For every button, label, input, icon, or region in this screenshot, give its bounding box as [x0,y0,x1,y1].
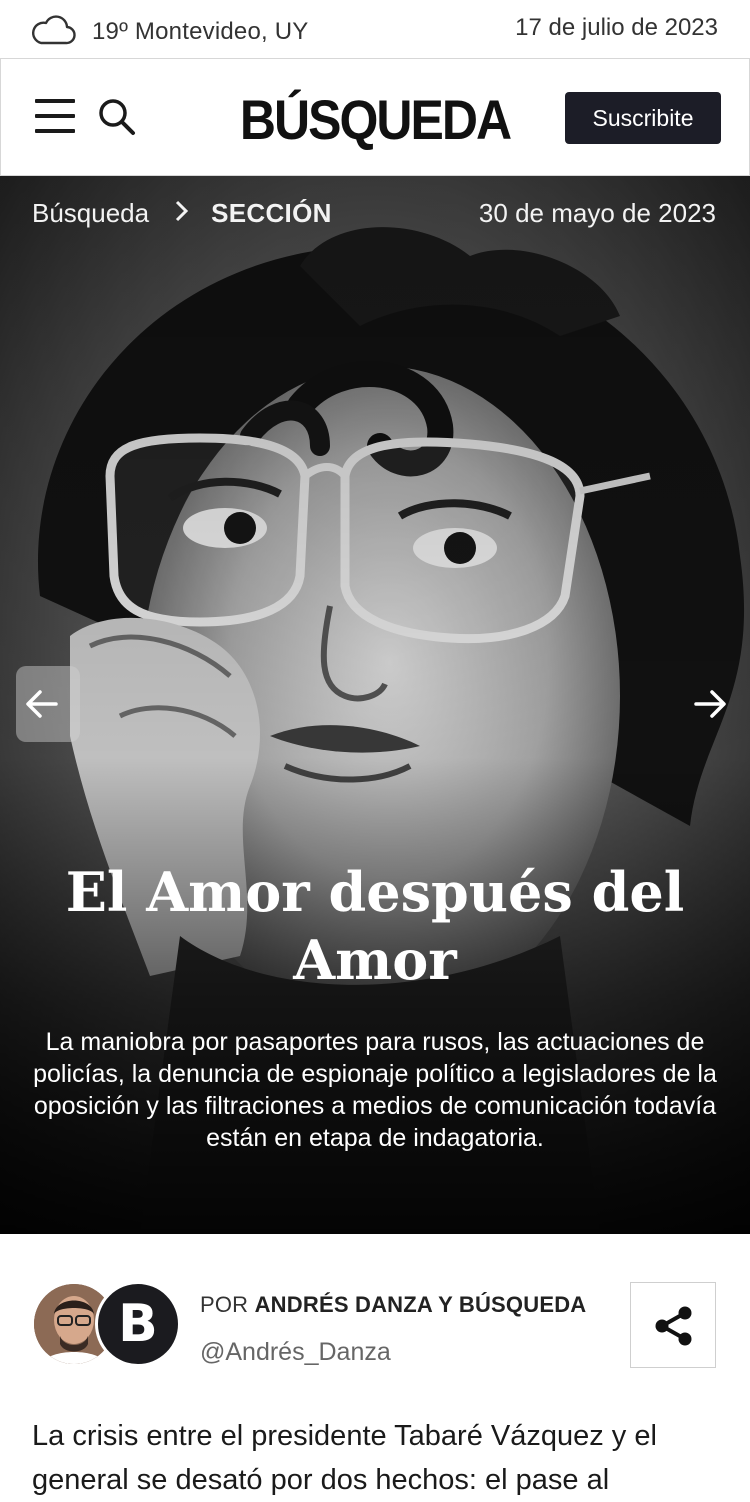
breadcrumb-section-link[interactable]: SECCIÓN [211,198,332,229]
author-names[interactable]: ANDRÉS DANZA Y BÚSQUEDA [255,1292,587,1317]
weather-bar: 19º Montevideo, UY 17 de julio de 2023 [0,0,750,58]
breadcrumb: Búsqueda SECCIÓN [32,198,332,229]
carousel-prev-button[interactable] [16,666,80,742]
cloud-icon [30,12,76,51]
article-title: El Amor después del Amor [65,860,685,992]
author-row: B POR ANDRÉS DANZA Y BÚSQUEDA @Andrés_Da… [0,1234,750,1384]
hero-carousel: Búsqueda SECCIÓN 30 de mayo de 2023 El A… [0,176,750,1234]
article-date: 30 de mayo de 2023 [478,198,716,228]
carousel-next-button[interactable] [692,686,732,726]
author-handle[interactable]: @Andrés_Danza [200,1338,391,1367]
weather-widget: 19º Montevideo, UY [30,12,308,51]
share-button[interactable] [630,1282,716,1368]
current-date: 17 de julio de 2023 [515,14,718,41]
busqueda-avatar[interactable]: B [95,1281,181,1367]
byline-prefix: POR [200,1292,249,1317]
weather-text: 19º Montevideo, UY [92,17,309,45]
site-header: BÚSQUEDA Suscribite [0,58,750,176]
chevron-right-icon [175,200,189,227]
subscribe-button[interactable]: Suscribite [565,92,721,144]
breadcrumb-home-link[interactable]: Búsqueda [32,198,149,229]
article-subtitle: La maniobra por pasaportes para rusos, l… [33,1028,717,1152]
arrow-right-icon [692,690,728,726]
author-byline: POR ANDRÉS DANZA Y BÚSQUEDA [200,1292,586,1318]
article-body: La crisis entre el presidente Tabaré Váz… [32,1420,657,1496]
